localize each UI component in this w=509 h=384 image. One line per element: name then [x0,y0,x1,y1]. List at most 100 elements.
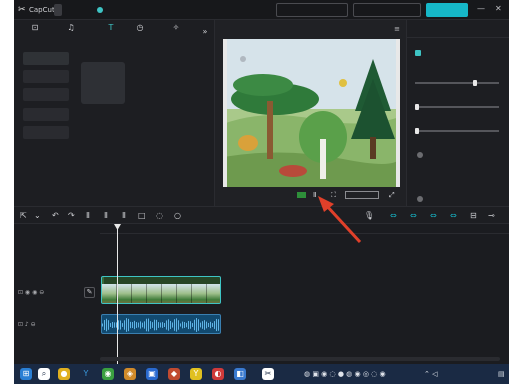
waveform-bar [160,322,161,328]
sidebar-item-effects[interactable] [23,70,69,83]
text-icon: T [108,23,114,32]
app-icon-2[interactable]: Y [80,368,92,380]
app-icon-7[interactable]: Y [190,368,202,380]
sidebar-item-auto[interactable] [23,108,69,121]
fade-out-knob[interactable] [415,128,419,134]
ratio-button[interactable] [345,191,379,199]
chrome-icon[interactable]: ◉ [102,368,114,380]
waveform-bar [166,320,167,330]
linkage-icon[interactable]: ⇔ [430,210,437,221]
export-button[interactable] [426,3,468,17]
props-tabs [407,20,509,38]
delete-icon[interactable]: □ [138,210,146,221]
app-icon-6[interactable]: ◆ [168,368,180,380]
zoom-out-icon[interactable]: ⊟ [470,210,477,221]
start-icon[interactable]: ⊞ [20,368,32,380]
app-icon-8[interactable]: ◐ [212,368,224,380]
close-icon[interactable]: ✕ [495,3,502,15]
tray-arrows[interactable]: ⌃ ◁ [424,368,437,380]
shortcuts-button[interactable] [276,3,348,17]
tool-effects[interactable]: ✧ [158,22,194,44]
player-menu-icon[interactable]: ≡ [394,24,400,34]
audio-clip[interactable] [101,314,221,334]
fullscreen-icon[interactable]: ⤢ [389,190,395,200]
waveform-bar [220,322,221,328]
clip-title [104,277,220,284]
waveform-bar [118,320,119,330]
waveform-bar [138,322,139,328]
share-button[interactable] [353,3,421,17]
audio-track-controls[interactable]: ⊡ ♪ ⊖ [18,320,36,330]
sidebar-item-defaults[interactable] [23,52,69,65]
waveform-bar [150,321,151,329]
pause-button[interactable]: Ⅱ [313,190,316,200]
capcut-window: ✂ CapCut — ✕ ⊡ ♫ T ◷ ✧ » ≡ Ⅱ ⛶ ⤢ ⇱ ⌄ ↶ ↷… [14,0,509,364]
waveform-bar [102,323,103,327]
app-icon-5[interactable]: ▣ [146,368,158,380]
waveform-bar [194,319,195,331]
mirror-icon[interactable]: ○ [174,210,181,221]
split-icon[interactable]: Ⅱ [86,210,90,221]
marker-icon[interactable] [297,192,306,198]
volume-slider[interactable] [415,80,499,86]
preview-axis-icon[interactable]: ⇔ [450,210,457,221]
minimize-icon[interactable]: — [477,3,485,15]
timeline[interactable]: ⊡ ◉ ◉ ⊖ ✎ ⊡ ♪ ⊖ [14,224,509,364]
volume-knob[interactable] [473,80,477,86]
select-tool-icon[interactable]: ⇱ [20,210,27,221]
edit-cover-icon[interactable]: ✎ [84,287,95,298]
split-right-icon[interactable]: Ⅱ [122,210,126,221]
app-icon-4[interactable]: ◈ [124,368,136,380]
timeline-scrollbar[interactable] [100,357,500,361]
app-icon-9[interactable]: ◧ [234,368,246,380]
enhance-toggle[interactable] [417,196,423,202]
fade-in-slider[interactable] [415,104,499,110]
fade-out-slider[interactable] [415,128,499,134]
waveform-bar [162,322,163,328]
mic-icon[interactable]: 🎙 [364,210,374,221]
clip-thumbnail [147,284,162,303]
sidebar-item-templates[interactable] [23,88,69,101]
waveform-bar [120,320,121,330]
sidebar-item-local[interactable] [23,126,69,139]
video-preview[interactable] [223,39,400,187]
waveform-bar [208,322,209,328]
auto-snap-icon[interactable]: ⇔ [410,210,417,221]
redo-icon[interactable]: ↷ [68,210,75,221]
waveform-bar [204,320,205,330]
clip-thumbnail [207,284,220,303]
tray-icons[interactable]: ◍ ▣ ◉ ◌ ● ◍ ◉ ◎ ◌ ◉ [304,368,386,380]
video-track-controls[interactable]: ⊡ ◉ ◉ ⊖ [18,288,44,298]
notifications-icon[interactable]: ▤ [498,368,505,380]
zoom-slider-icon[interactable]: ⊸ [488,210,495,221]
main-track-magnet-icon[interactable]: ⇔ [390,210,397,221]
tool-stickers[interactable]: ◷ [126,22,154,44]
rotate-icon[interactable]: ◌ [156,210,163,221]
playhead[interactable] [117,224,118,364]
split-left-icon[interactable]: Ⅱ [104,210,108,221]
preset-card-default-text[interactable] [81,62,125,104]
waveform-bar [132,322,133,328]
capcut-logo-icon: ✂ [18,5,26,15]
search-icon[interactable]: ⌕ [38,368,50,380]
fade-in-knob[interactable] [415,104,419,110]
tool-audio[interactable]: ♫ [60,22,82,44]
fit-icon[interactable]: ⛶ [331,190,336,200]
waveform-bar [114,322,115,328]
waveform-bar [218,319,219,331]
tool-import[interactable]: ⊡ [16,22,54,44]
time-ruler[interactable] [100,224,509,234]
normalize-toggle[interactable] [417,152,423,158]
tool-text[interactable]: T [102,22,120,44]
capcut-taskbar-icon[interactable]: ✂ [262,368,274,380]
app-icon-1[interactable]: ● [58,368,70,380]
waveform-bar [214,321,215,329]
dropdown-icon[interactable]: ⌄ [34,210,41,221]
waveform-bar [156,319,157,331]
waveform-bar [108,320,109,330]
audio-icon: ♫ [67,23,75,32]
basic-checkbox[interactable] [415,50,421,56]
video-clip[interactable] [101,276,221,304]
menu-button[interactable] [54,4,62,16]
undo-icon[interactable]: ↶ [52,210,59,221]
